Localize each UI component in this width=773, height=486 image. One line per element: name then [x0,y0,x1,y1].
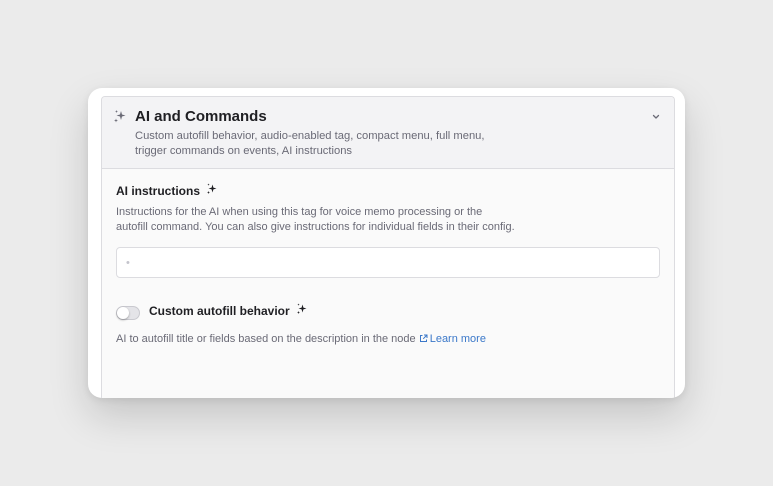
custom-autofill-toggle[interactable] [116,306,140,320]
sparkle-icon [206,183,218,199]
section-header[interactable]: AI and Commands Custom autofill behavior… [102,97,674,169]
toggle-knob [117,307,129,319]
custom-autofill-description-block: AI to autofill title or fields based on … [116,332,486,347]
ai-instructions-label-row: AI instructions [116,183,660,199]
ai-instructions-label: AI instructions [116,184,201,198]
custom-autofill-row: Custom autofill behavior [116,303,660,320]
sparkle-icon [113,109,127,123]
settings-card: AI and Commands Custom autofill behavior… [88,88,685,398]
ai-instructions-description: Instructions for the AI when using this … [116,206,515,233]
custom-autofill-label: Custom autofill behavior [149,304,290,318]
chevron-down-icon[interactable] [649,110,663,124]
section-body: AI instructions Instructions for the AI … [102,169,674,347]
ai-commands-panel: AI and Commands Custom autofill behavior… [101,96,675,398]
sparkle-icon [296,303,308,319]
section-subtitle: Custom autofill behavior, audio-enabled … [135,130,485,157]
custom-autofill-label-row: Custom autofill behavior [149,303,308,319]
learn-more-link[interactable]: Learn more [419,333,486,345]
custom-autofill-description: AI to autofill title or fields based on … [116,333,416,345]
learn-more-label: Learn more [429,333,486,345]
ai-instructions-input[interactable] [116,247,660,278]
section-title: AI and Commands [135,108,267,125]
external-link-icon [419,333,428,342]
